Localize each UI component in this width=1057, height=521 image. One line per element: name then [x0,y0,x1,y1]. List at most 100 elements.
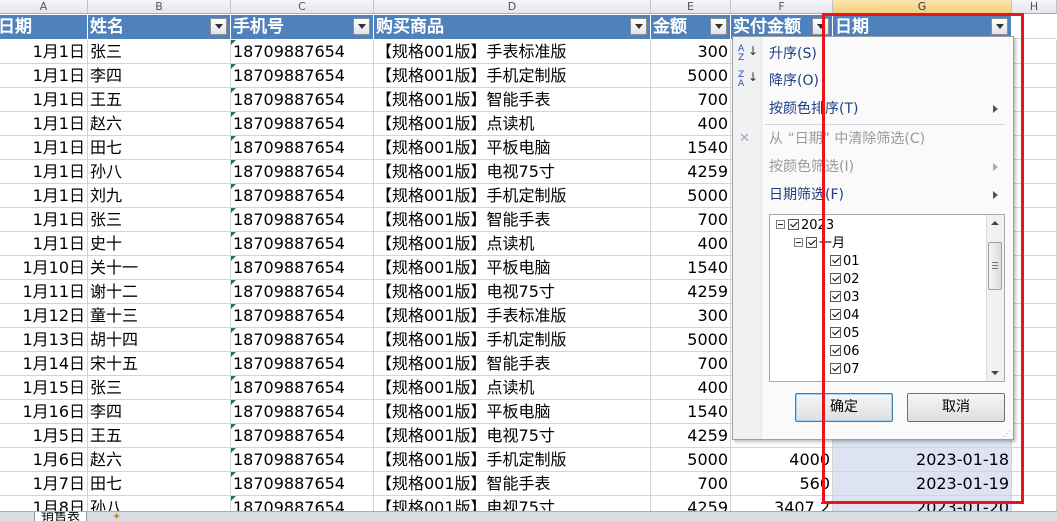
cancel-button[interactable]: 取消 [907,393,1005,422]
cell-item[interactable]: 【规格001版】点读机 [374,376,651,400]
cell-amount[interactable]: 300 [651,304,731,328]
cell-name[interactable]: 王五 [88,424,231,448]
cell-date[interactable]: 1月1日 [0,112,88,136]
cell-empty[interactable] [1012,136,1057,160]
filter-by-color-item[interactable]: 按颜色筛选(I) [769,156,854,178]
cell-date[interactable]: 1月6日 [0,448,88,472]
cell-date[interactable]: 1月1日 [0,64,88,88]
scroll-down-icon[interactable] [987,365,1003,381]
date-filter-item[interactable]: 日期筛选(F) [769,184,844,206]
cell-phone[interactable]: 18709887654 [231,88,374,112]
cell-date[interactable]: 1月1日 [0,160,88,184]
cell-phone[interactable]: 18709887654 [231,64,374,88]
cell-name[interactable]: 田七 [88,472,231,496]
cell-phone[interactable]: 18709887654 [231,160,374,184]
cell-name[interactable]: 胡十四 [88,328,231,352]
checkbox-icon[interactable] [830,345,841,356]
column-header-b[interactable]: B [88,0,231,14]
cell-amount[interactable]: 400 [651,232,731,256]
tree-scrollbar[interactable] [986,215,1004,381]
cell-item[interactable]: 【规格001版】智能手表 [374,472,651,496]
cell-date[interactable]: 1月10日 [0,256,88,280]
scroll-thumb[interactable] [988,242,1002,290]
cell-empty[interactable] [1012,256,1057,280]
cell-item[interactable]: 【规格001版】手机定制版 [374,328,651,352]
column-header-g[interactable]: G [833,0,1012,14]
cell-name[interactable]: 李四 [88,400,231,424]
cell-item[interactable]: 【规格001版】智能手表 [374,352,651,376]
collapse-icon[interactable] [794,238,803,247]
cell-name[interactable]: 王五 [88,88,231,112]
cell-paid[interactable]: 560 [731,472,833,496]
cell-phone[interactable]: 18709887654 [231,112,374,136]
filter-dropdown-icon[interactable] [210,18,227,35]
cell-amount[interactable]: 400 [651,112,731,136]
cell-phone[interactable]: 18709887654 [231,256,374,280]
cell-paid[interactable]: 4000 [731,448,833,472]
cell-amount[interactable]: 1540 [651,256,731,280]
cell-amount[interactable]: 1540 [651,400,731,424]
tree-node-day[interactable]: 03 [830,289,860,307]
cell-date[interactable]: 1月16日 [0,400,88,424]
cell-name[interactable]: 田七 [88,136,231,160]
cell-empty[interactable] [1012,88,1057,112]
cell-amount[interactable]: 4259 [651,424,731,448]
checkbox-icon[interactable] [830,309,841,320]
cell-amount[interactable]: 700 [651,352,731,376]
tree-node-day[interactable]: 07 [830,361,860,379]
cell-item[interactable]: 【规格001版】智能手表 [374,88,651,112]
clear-filter-item[interactable]: 从 “日期” 中清除筛选(C) [769,128,925,150]
tree-node-day[interactable]: 04 [830,307,860,325]
cell-name[interactable]: 谢十二 [88,280,231,304]
cell-item[interactable]: 【规格001版】点读机 [374,232,651,256]
cell-phone[interactable]: 18709887654 [231,208,374,232]
cell-empty[interactable] [1012,448,1057,472]
cell-empty[interactable] [1012,376,1057,400]
cell-empty[interactable] [1012,64,1057,88]
filter-dropdown-icon[interactable] [353,18,370,35]
filter-dropdown-icon[interactable] [630,18,647,35]
collapse-icon[interactable] [776,220,785,229]
tree-node-day[interactable]: 06 [830,343,860,361]
cell-amount[interactable]: 700 [651,472,731,496]
ok-button[interactable]: 确定 [795,393,893,422]
cell-date[interactable]: 1月1日 [0,40,88,64]
cell-date[interactable]: 1月1日 [0,136,88,160]
cell-empty[interactable] [1012,472,1057,496]
cell-item[interactable]: 【规格001版】平板电脑 [374,256,651,280]
cell-empty[interactable] [1012,352,1057,376]
cell-amount[interactable]: 5000 [651,448,731,472]
cell-name[interactable]: 史十 [88,232,231,256]
resize-grip-icon[interactable]: ⋰ [1003,430,1011,438]
cell-name[interactable]: 李四 [88,64,231,88]
cell-name[interactable]: 刘九 [88,184,231,208]
cell-empty[interactable] [1012,112,1057,136]
cell-name[interactable]: 赵六 [88,448,231,472]
cell-item[interactable]: 【规格001版】平板电脑 [374,400,651,424]
column-header-c[interactable]: C [231,0,374,14]
cell-empty[interactable] [1012,208,1057,232]
checkbox-icon[interactable] [830,291,841,302]
cell-amount[interactable]: 400 [651,376,731,400]
cell-amount[interactable]: 5000 [651,328,731,352]
new-sheet-icon[interactable]: ✦ [112,512,126,521]
cell-date[interactable]: 1月15日 [0,376,88,400]
column-header-h[interactable]: H [1012,0,1057,14]
cell-date2[interactable]: 2023-01-19 [833,472,1012,496]
cell-amount[interactable]: 300 [651,40,731,64]
sheet-tab[interactable]: 销售表 [34,512,88,521]
cell-name[interactable]: 赵六 [88,112,231,136]
cell-name[interactable]: 张三 [88,376,231,400]
cell-phone[interactable]: 18709887654 [231,376,374,400]
cell-item[interactable]: 【规格001版】电视75寸 [374,280,651,304]
cell-date[interactable]: 1月14日 [0,352,88,376]
cell-item[interactable]: 【规格001版】平板电脑 [374,136,651,160]
cell-item[interactable]: 【规格001版】电视75寸 [374,160,651,184]
cell-item[interactable]: 【规格001版】手表标准版 [374,304,651,328]
cell-date[interactable]: 1月12日 [0,304,88,328]
cell-phone[interactable]: 18709887654 [231,40,374,64]
cell-phone[interactable]: 18709887654 [231,448,374,472]
cell-name[interactable]: 宋十五 [88,352,231,376]
column-header-a[interactable]: A [0,0,88,14]
cell-date[interactable]: 1月1日 [0,232,88,256]
